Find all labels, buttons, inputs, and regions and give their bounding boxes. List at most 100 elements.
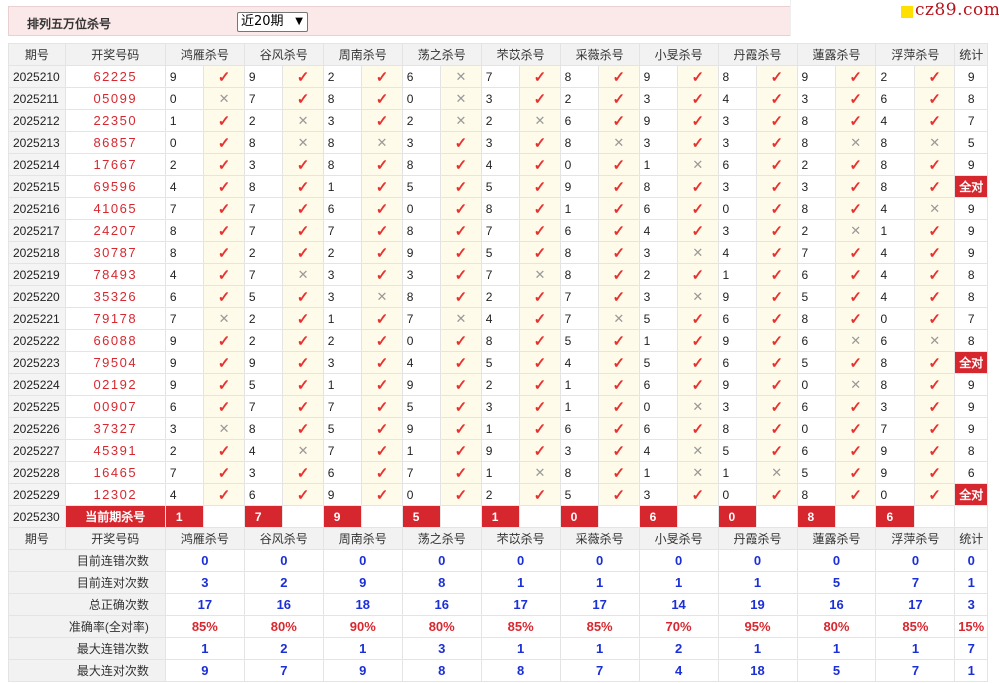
result-mark-cell: ✓ <box>361 439 403 462</box>
check-icon: ✓ <box>375 178 389 196</box>
kill-number-cell: 5 <box>480 351 521 374</box>
kill-number-cell: 2 <box>243 109 284 132</box>
result-mark-cell: ✓ <box>677 87 719 110</box>
check-icon: ✓ <box>217 266 231 284</box>
kill-number-cell: 9 <box>875 461 915 484</box>
period-cell: 2025228 <box>8 461 66 484</box>
column-header: 浮萍杀号 <box>875 43 956 66</box>
result-mark-cell: ✓ <box>598 175 640 198</box>
result-mark-cell: ✓ <box>519 153 561 176</box>
check-icon: ✓ <box>928 486 941 504</box>
result-mark-cell: ✓ <box>677 373 719 396</box>
table-row: 2025213 86857 0 ✓ 8 ✕ 8 ✕ 3 ✓ 3 ✓ 8 ✕ 3 ✓ 3 ✓ 8 ✕ 8 ✕ 5 <box>8 131 988 154</box>
check-icon: ✓ <box>928 398 941 416</box>
kill-number-cell: 5 <box>717 439 758 462</box>
check-icon: ✓ <box>454 398 468 416</box>
cross-icon: ✕ <box>692 244 704 260</box>
current-kill-number: 9 <box>322 505 363 528</box>
check-icon: ✓ <box>296 244 310 262</box>
kill-number-cell: 3 <box>717 395 758 418</box>
kill-number-cell: 7 <box>322 439 363 462</box>
period-select[interactable]: 近20期 ▼ <box>237 12 308 32</box>
kill-number-cell: 2 <box>401 109 442 132</box>
result-mark-cell: ✕ <box>519 109 561 132</box>
result-mark-cell: ✓ <box>598 417 640 440</box>
check-icon: ✓ <box>375 90 389 108</box>
summary-value: 17 <box>480 593 561 616</box>
result-mark-cell: ✓ <box>913 263 956 286</box>
summary-value: 18 <box>322 593 403 616</box>
summary-value: 80% <box>796 615 877 638</box>
check-icon: ✓ <box>375 222 389 240</box>
kill-number-cell: 5 <box>559 483 600 506</box>
draw-number-cell: 30787 <box>64 241 166 264</box>
draw-number-cell: 78493 <box>64 263 166 286</box>
site-logo[interactable]: cz89.com <box>790 0 999 36</box>
result-mark-cell: ✓ <box>519 395 561 418</box>
result-mark-cell: ✓ <box>282 219 324 242</box>
result-mark-cell: ✓ <box>440 241 482 264</box>
result-mark-cell: ✓ <box>598 65 640 88</box>
current-blank-cell <box>913 505 956 528</box>
summary-value: 17 <box>164 593 245 616</box>
result-mark-cell: ✓ <box>913 65 956 88</box>
kill-number-cell: 8 <box>480 197 521 220</box>
result-mark-cell: ✓ <box>756 197 798 220</box>
check-icon: ✓ <box>296 354 310 372</box>
period-cell: 2025217 <box>8 219 66 242</box>
summary-value: 85% <box>559 615 640 638</box>
check-icon: ✓ <box>454 442 468 460</box>
kill-number-cell: 7 <box>480 219 521 242</box>
column-header: 蓮露杀号 <box>796 43 877 66</box>
column-header: 开奖号码 <box>64 527 166 550</box>
current-blank-cell <box>282 505 324 528</box>
kill-number-cell: 4 <box>401 351 442 374</box>
kill-number-cell: 1 <box>322 175 363 198</box>
kill-number-cell: 3 <box>796 175 836 198</box>
row-stat-cell: 全对 <box>954 351 988 374</box>
kill-number-cell: 7 <box>559 307 600 330</box>
result-mark-cell: ✓ <box>677 175 719 198</box>
result-mark-cell: ✓ <box>203 131 245 154</box>
kill-number-cell: 4 <box>875 109 915 132</box>
table-row: 2025214 17667 2 ✓ 3 ✓ 8 ✓ 8 ✓ 4 ✓ 0 ✓ 1 ✕ 6 ✓ 2 ✓ 8 ✓ 9 <box>8 153 988 176</box>
kill-number-cell: 8 <box>243 417 284 440</box>
kill-number-cell: 7 <box>480 65 521 88</box>
check-icon: ✓ <box>928 288 941 306</box>
kill-number-cell: 4 <box>875 263 915 286</box>
check-icon: ✓ <box>849 420 862 438</box>
check-icon: ✓ <box>454 420 468 438</box>
result-mark-cell: ✓ <box>677 131 719 154</box>
summary-row: 最大连对次数 9 7 9 8 8 7 4 18 5 7 1 <box>8 659 988 682</box>
check-icon: ✓ <box>691 134 705 152</box>
cross-icon: ✕ <box>692 398 704 414</box>
kill-number-cell: 7 <box>322 395 363 418</box>
result-mark-cell: ✓ <box>756 417 798 440</box>
check-icon: ✓ <box>691 68 705 86</box>
check-icon: ✓ <box>770 486 784 504</box>
result-mark-cell: ✓ <box>440 439 482 462</box>
result-mark-cell: ✓ <box>598 373 640 396</box>
summary-value: 1 <box>717 571 798 594</box>
result-mark-cell: ✓ <box>361 241 403 264</box>
result-mark-cell: ✓ <box>282 395 324 418</box>
check-icon: ✓ <box>928 222 941 240</box>
cross-icon: ✕ <box>850 332 862 348</box>
result-mark-cell: ✓ <box>519 285 561 308</box>
kill-number-cell: 2 <box>322 241 363 264</box>
cross-icon: ✕ <box>376 288 388 304</box>
check-icon: ✓ <box>612 376 626 394</box>
result-mark-cell: ✕ <box>361 285 403 308</box>
result-mark-cell: ✓ <box>361 219 403 242</box>
summary-value: 0 <box>164 549 245 572</box>
summary-value: 5 <box>796 571 877 594</box>
table-row: 2025222 66088 9 ✓ 2 ✓ 2 ✓ 0 ✓ 8 ✓ 5 ✓ 1 ✓ 9 ✓ 6 ✕ 6 ✕ 8 <box>8 329 988 352</box>
result-mark-cell: ✓ <box>598 219 640 242</box>
kill-number-cell: 6 <box>322 197 363 220</box>
check-icon: ✓ <box>533 222 547 240</box>
row-stat-cell: 8 <box>954 439 988 462</box>
kill-number-cell: 6 <box>164 285 205 308</box>
cross-icon: ✕ <box>692 288 704 304</box>
kill-number-cell: 7 <box>480 263 521 286</box>
summary-value: 7 <box>243 659 324 682</box>
